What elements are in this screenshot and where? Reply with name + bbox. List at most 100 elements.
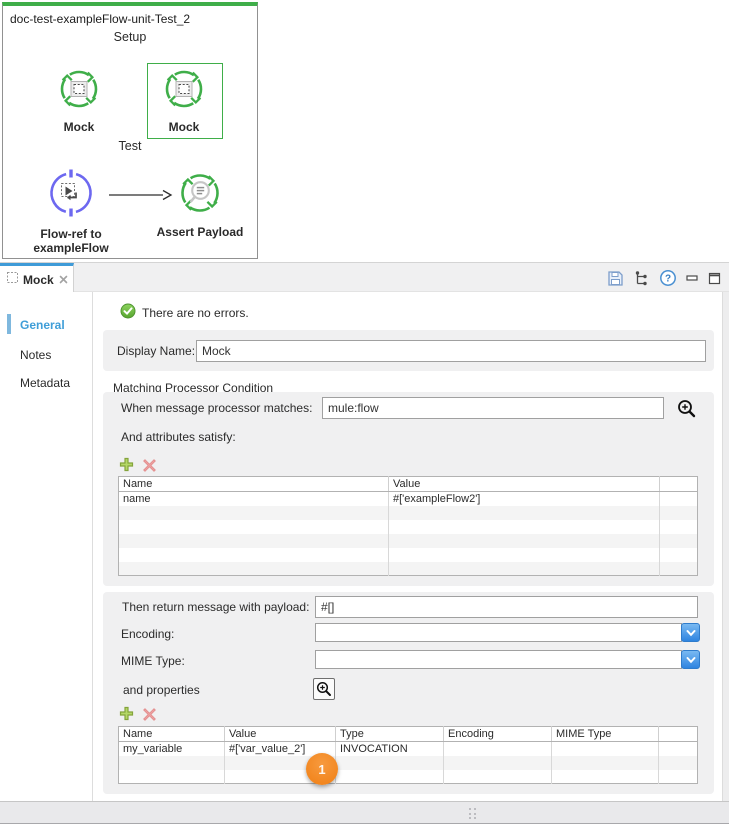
table-row[interactable] — [119, 520, 698, 534]
properties-tab-bar: Mock ? — [0, 262, 729, 292]
table-cell[interactable] — [119, 506, 389, 520]
table-cell[interactable] — [660, 534, 698, 548]
attributes-satisfy-label: And attributes satisfy: — [121, 430, 236, 444]
sidebar-item-notes[interactable]: Notes — [20, 348, 51, 362]
table-row[interactable] — [119, 756, 698, 770]
and-properties-label: and properties — [123, 683, 200, 697]
save-icon[interactable] — [607, 270, 624, 287]
tab-mock[interactable]: Mock — [0, 263, 74, 293]
flow-canvas[interactable]: doc-test-exampleFlow-unit-Test_2 Setup M… — [2, 2, 258, 259]
assert-payload-node[interactable]: Assert Payload — [155, 171, 245, 239]
table-cell[interactable] — [660, 506, 698, 520]
column-header[interactable]: Encoding — [444, 727, 552, 742]
column-header[interactable]: Value — [225, 727, 336, 742]
display-name-label: Display Name: — [117, 344, 195, 358]
node-label-line2: exampleFlow — [33, 241, 108, 255]
mock-node-1[interactable]: Mock — [34, 68, 124, 134]
chevron-down-icon[interactable] — [681, 623, 700, 642]
table-cell[interactable] — [444, 742, 552, 756]
flow-title: doc-test-exampleFlow-unit-Test_2 — [10, 12, 190, 26]
browse-processor-magnifier-icon[interactable] — [677, 399, 697, 424]
status-message: There are no errors. — [142, 306, 249, 320]
table-cell[interactable] — [660, 492, 698, 506]
table-cell[interactable] — [444, 756, 552, 770]
table-row[interactable] — [119, 534, 698, 548]
delete-attribute-icon[interactable] — [142, 458, 157, 478]
maximize-icon[interactable] — [708, 272, 721, 285]
properties-magnifier-button[interactable] — [313, 678, 335, 700]
help-icon[interactable]: ? — [659, 269, 677, 287]
table-cell[interactable] — [659, 756, 698, 770]
table-cell[interactable] — [336, 756, 444, 770]
table-cell[interactable] — [119, 520, 389, 534]
table-cell[interactable] — [389, 562, 660, 576]
column-header[interactable]: Type — [336, 727, 444, 742]
add-attribute-icon[interactable] — [118, 456, 135, 478]
table-cell[interactable] — [389, 506, 660, 520]
sash-drag-handle[interactable] — [469, 808, 479, 820]
active-tab-indicator — [7, 314, 11, 334]
scrollbar-track[interactable] — [722, 292, 729, 801]
table-row[interactable] — [119, 506, 698, 520]
encoding-input[interactable] — [315, 623, 682, 642]
payload-label: Then return message with payload: — [122, 600, 309, 614]
table-cell[interactable]: name — [119, 492, 389, 506]
table-row[interactable]: my_variable#['var_value_2']INVOCATION — [119, 742, 698, 756]
table-cell[interactable] — [552, 770, 659, 784]
table-cell[interactable] — [119, 770, 225, 784]
display-name-input[interactable] — [196, 340, 706, 362]
table-cell[interactable] — [119, 562, 389, 576]
chevron-down-icon[interactable] — [681, 650, 700, 669]
mime-type-input[interactable] — [315, 650, 682, 669]
payload-input[interactable] — [315, 596, 698, 618]
mock-node-2[interactable]: Mock — [139, 68, 229, 134]
table-cell[interactable] — [660, 520, 698, 534]
table-cell[interactable] — [659, 742, 698, 756]
mime-type-combo[interactable] — [315, 650, 700, 669]
table-cell[interactable] — [659, 770, 698, 784]
node-label: Assert Payload — [157, 225, 244, 239]
encoding-combo[interactable] — [315, 623, 700, 642]
column-header[interactable]: Name — [119, 477, 389, 492]
table-cell[interactable] — [336, 770, 444, 784]
table-row[interactable] — [119, 770, 698, 784]
table-cell[interactable] — [552, 742, 659, 756]
table-cell[interactable] — [389, 548, 660, 562]
add-property-icon[interactable] — [118, 705, 135, 727]
annotation-badge: 1 — [306, 753, 338, 785]
table-cell[interactable] — [444, 770, 552, 784]
when-matches-input[interactable] — [322, 397, 664, 419]
column-header[interactable]: MIME Type — [552, 727, 659, 742]
delete-property-icon[interactable] — [142, 707, 157, 727]
table-cell[interactable]: INVOCATION — [336, 742, 444, 756]
table-row[interactable] — [119, 548, 698, 562]
flow-ref-icon — [47, 169, 95, 222]
table-cell[interactable] — [660, 562, 698, 576]
table-cell[interactable] — [119, 548, 389, 562]
attributes-table[interactable]: NameValuename#['exampleFlow2'] — [118, 476, 698, 576]
table-cell[interactable]: #['exampleFlow2'] — [389, 492, 660, 506]
column-header[interactable] — [659, 727, 698, 742]
table-cell[interactable] — [119, 534, 389, 548]
sidebar-item-metadata[interactable]: Metadata — [20, 376, 70, 390]
table-cell[interactable] — [552, 756, 659, 770]
sidebar-item-general[interactable]: General — [20, 318, 65, 332]
table-row[interactable] — [119, 562, 698, 576]
table-cell[interactable] — [389, 520, 660, 534]
table-row[interactable]: name#['exampleFlow2'] — [119, 492, 698, 506]
table-cell[interactable] — [119, 756, 225, 770]
minimize-icon[interactable] — [686, 273, 699, 283]
table-cell[interactable] — [660, 548, 698, 562]
link-with-flow-icon[interactable] — [633, 270, 650, 287]
table-cell[interactable] — [389, 534, 660, 548]
properties-table[interactable]: NameValueTypeEncodingMIME Typemy_variabl… — [118, 726, 698, 784]
column-header[interactable]: Name — [119, 727, 225, 742]
column-header[interactable]: Value — [389, 477, 660, 492]
test-section-label: Test — [3, 139, 257, 153]
close-icon[interactable] — [58, 274, 69, 285]
tab-title: Mock — [23, 273, 54, 287]
table-cell[interactable]: my_variable — [119, 742, 225, 756]
assert-payload-icon — [178, 171, 222, 220]
column-header[interactable] — [660, 477, 698, 492]
flow-ref-node[interactable]: Flow-ref to exampleFlow — [26, 169, 116, 255]
